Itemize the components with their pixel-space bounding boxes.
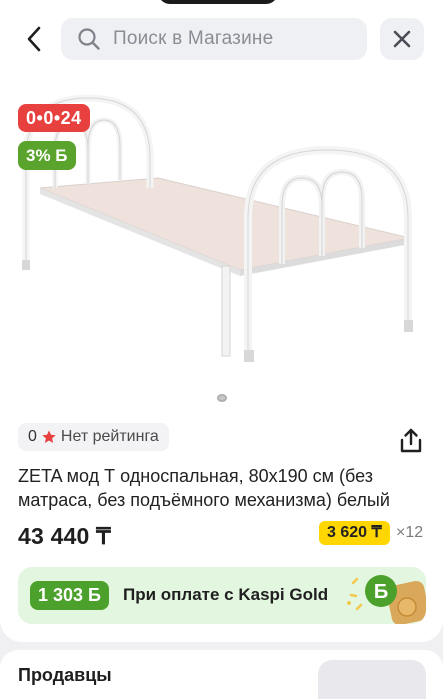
- product-gallery[interactable]: [0, 88, 443, 388]
- sellers-title: Продавцы: [18, 665, 112, 685]
- search-input[interactable]: Поиск в Магазине: [61, 18, 367, 60]
- share-icon: [400, 428, 422, 453]
- gallery-pagination: [215, 394, 229, 404]
- rating-value: 0: [28, 428, 37, 445]
- product-page: Поиск в Магазине 0•0•24 3% Б 0 Нет рейти…: [0, 0, 443, 699]
- top-bar: Поиск в Магазине: [0, 16, 443, 62]
- sellers-thumbnail: [318, 660, 426, 699]
- product-price: 43 440 ₸: [18, 523, 111, 549]
- chevron-left-icon: [27, 26, 41, 52]
- installment-badge[interactable]: 3 620 ₸: [319, 521, 390, 545]
- product-card: Поиск в Магазине 0•0•24 3% Б 0 Нет рейти…: [0, 0, 443, 642]
- timer-badge: 0•0•24: [18, 104, 90, 132]
- share-button[interactable]: [397, 427, 425, 455]
- product-title: ZETA мод Т односпальная, 80x190 см (без …: [18, 466, 390, 510]
- search-placeholder: Поиск в Магазине: [113, 28, 274, 49]
- kaspi-gold-bonus-icon: Б: [347, 575, 426, 624]
- kaspi-gold-text: При оплате с Kaspi Gold: [123, 585, 329, 604]
- star-icon: [42, 430, 56, 443]
- phone-notch: [158, 0, 278, 4]
- close-icon: [393, 30, 411, 48]
- kaspi-gold-banner[interactable]: 1 303 Б При оплате с Kaspi Gold Б: [18, 567, 426, 624]
- gallery-dot-active[interactable]: [217, 394, 227, 402]
- search-icon: [75, 25, 103, 53]
- rating-chip[interactable]: 0 Нет рейтинга: [18, 423, 169, 451]
- svg-text:Б: Б: [374, 581, 388, 603]
- product-image: [22, 94, 413, 362]
- kaspi-gold-bonus-amount: 1 303 Б: [30, 581, 109, 610]
- rating-label: Нет рейтинга: [60, 428, 159, 445]
- bonus-percent-badge: 3% Б: [18, 141, 76, 170]
- back-button[interactable]: [20, 22, 48, 56]
- installment-multiplier: ×12: [396, 524, 424, 541]
- close-button[interactable]: [380, 18, 424, 60]
